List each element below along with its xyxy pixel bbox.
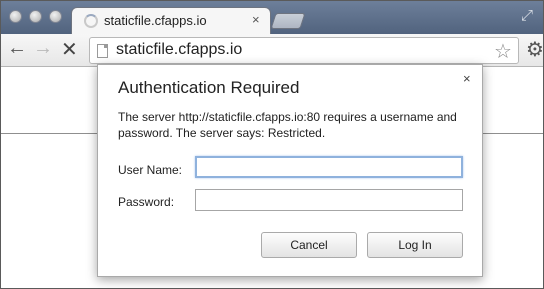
tab-title: staticfile.cfapps.io [104, 13, 207, 28]
login-button[interactable]: Log In [367, 232, 463, 258]
star-icon[interactable]: ☆ [494, 39, 512, 64]
cancel-button[interactable]: Cancel [261, 232, 357, 258]
wrench-icon[interactable]: ⚙ [526, 37, 544, 62]
password-field[interactable] [195, 189, 463, 211]
page-icon [97, 44, 108, 58]
authentication-dialog: Authentication Required × The server htt… [97, 64, 483, 277]
new-tab-button[interactable] [270, 13, 306, 29]
back-icon[interactable]: ← [7, 37, 27, 60]
zoom-window-button[interactable] [49, 10, 62, 23]
page-divider [1, 133, 97, 134]
username-label: User Name: [118, 163, 183, 177]
tab-close-icon[interactable]: × [252, 12, 260, 27]
loading-spinner-icon [84, 14, 98, 28]
dialog-close-icon[interactable]: × [463, 71, 471, 86]
username-field[interactable] [195, 156, 463, 178]
page-divider [483, 133, 543, 134]
dialog-message: The server http://staticfile.cfapps.io:8… [118, 110, 457, 140]
forward-icon[interactable]: → [33, 37, 53, 60]
browser-toolbar: ← → ✕ staticfile.cfapps.io ☆ ⚙ [1, 34, 544, 67]
password-label: Password: [118, 195, 175, 209]
minimize-window-button[interactable] [29, 10, 42, 23]
stop-icon[interactable]: ✕ [61, 37, 78, 62]
close-window-button[interactable] [9, 10, 22, 23]
address-url[interactable]: staticfile.cfapps.io [116, 41, 242, 59]
window-titlebar: staticfile.cfapps.io × ⤢ [1, 1, 543, 35]
dialog-title: Authentication Required [118, 78, 300, 97]
fullscreen-icon[interactable]: ⤢ [521, 7, 533, 24]
browser-tab[interactable]: staticfile.cfapps.io × [71, 7, 271, 35]
address-bar[interactable]: staticfile.cfapps.io ☆ [89, 37, 519, 64]
